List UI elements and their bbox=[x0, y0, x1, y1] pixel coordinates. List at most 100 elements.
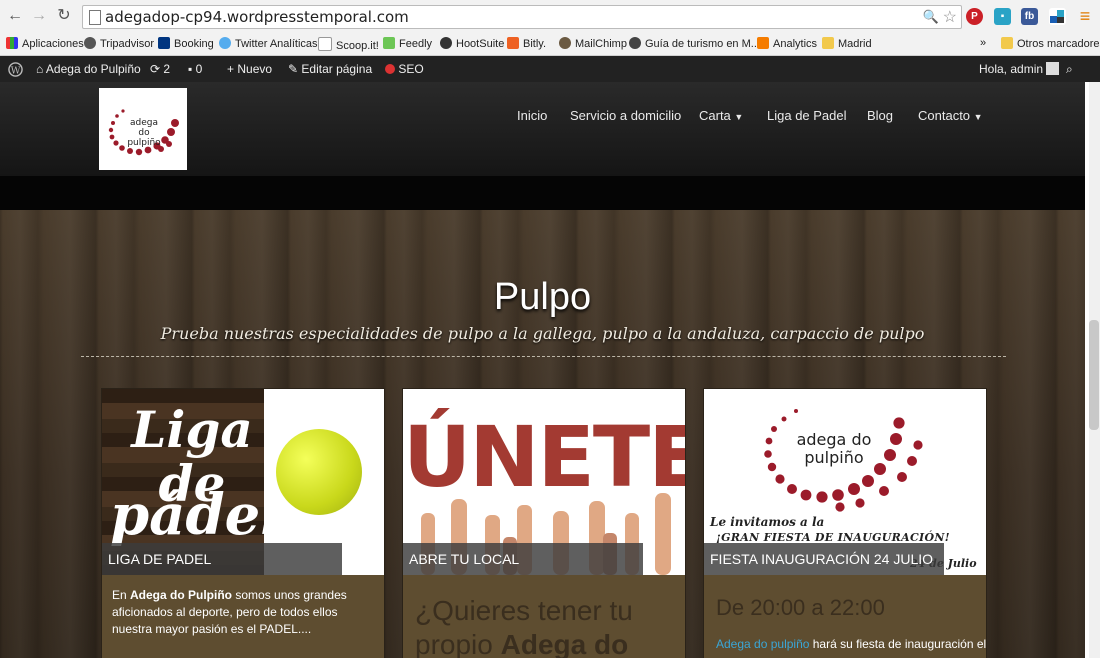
updates-icon: ⟳ bbox=[150, 62, 161, 76]
pinterest-icon[interactable]: P bbox=[966, 8, 983, 25]
zoom-icon[interactable]: 🔍 bbox=[923, 9, 939, 25]
menu-item-contacto[interactable]: Contacto ▼ bbox=[918, 108, 983, 123]
twitter-icon bbox=[219, 37, 231, 49]
card-liga-padel[interactable]: Liga de pádel LIGA DE PADEL En Adega do … bbox=[101, 388, 385, 658]
card-caption[interactable]: ABRE TU LOCAL bbox=[403, 543, 643, 575]
card-fiesta[interactable]: adega do pulpiño Le invitamos a la ¡GRAN … bbox=[703, 388, 987, 658]
admin-account[interactable]: Hola, admin bbox=[979, 62, 1060, 76]
bookmark-scoopit[interactable]: Scoop.it! bbox=[318, 37, 379, 52]
menu-item-liga[interactable]: Liga de Padel bbox=[767, 108, 847, 123]
reload-icon[interactable]: ↻ bbox=[55, 7, 73, 25]
tripadvisor-icon bbox=[84, 37, 96, 49]
card-excerpt: En Adega do Pulpiño somos unos grandes a… bbox=[112, 588, 347, 636]
admin-comments[interactable]: ▪ 0 bbox=[188, 62, 202, 76]
pencil-icon: ✎ bbox=[288, 62, 299, 76]
tennis-ball-icon bbox=[276, 429, 362, 515]
bookmark-mailchimp[interactable]: MailChimp bbox=[559, 37, 627, 50]
admin-edit-page[interactable]: ✎ Editar página bbox=[288, 62, 372, 76]
mailchimp-icon bbox=[559, 37, 571, 49]
extension-icon[interactable]: ▪ bbox=[994, 8, 1011, 25]
site-header: adega do pulpiño Inicio Servicio a domic… bbox=[0, 82, 1085, 176]
bookmark-bitly[interactable]: Bitly. bbox=[507, 37, 546, 50]
extension-blocks-icon[interactable] bbox=[1049, 8, 1066, 25]
bookmark-booking[interactable]: Booking bbox=[158, 37, 214, 50]
card-heading: ¿Quieres tener tu bbox=[415, 595, 633, 626]
bookmarks-bar: Aplicaciones Tripadvisor Booking Twitter… bbox=[0, 33, 1100, 56]
bookmark-twitter[interactable]: Twitter Analíticas bbox=[219, 37, 318, 50]
section-subtitle: Prueba nuestras especialidades de pulpo … bbox=[160, 324, 925, 343]
menu-item-carta[interactable]: Carta ▼ bbox=[699, 108, 743, 123]
booking-icon bbox=[158, 37, 170, 49]
plus-icon: + bbox=[227, 62, 235, 76]
admin-updates[interactable]: ⟳ 2 bbox=[150, 62, 170, 76]
bookmark-other[interactable]: Otros marcadores bbox=[1001, 37, 1100, 50]
feedly-icon bbox=[383, 37, 395, 49]
card-image: ÚNETE ABRE TU LOCAL bbox=[403, 389, 685, 575]
menu-icon[interactable]: ≡ bbox=[1076, 7, 1094, 25]
card-abre-local[interactable]: ÚNETE ABRE TU LOCAL ¿Quieres tener tu pr… bbox=[402, 388, 686, 658]
site-logo[interactable]: adega do pulpiño bbox=[99, 88, 187, 170]
comment-icon: ▪ bbox=[188, 62, 193, 76]
admin-new[interactable]: + Nuevo bbox=[227, 62, 272, 76]
chevron-down-icon: ▼ bbox=[734, 112, 744, 122]
bookmark-hootsuite[interactable]: HootSuite bbox=[440, 37, 504, 50]
card-caption[interactable]: LIGA DE PADEL bbox=[102, 543, 342, 575]
fiesta-logo-text: adega do pulpiño bbox=[796, 430, 872, 467]
scrollbar-thumb[interactable] bbox=[1089, 320, 1099, 430]
card-link[interactable]: Adega do pulpiño bbox=[716, 637, 809, 651]
bitly-icon bbox=[507, 37, 519, 49]
bookmarks-overflow[interactable]: » bbox=[980, 37, 986, 49]
url-text[interactable]: adegadop-cp94.wordpresstemporal.com bbox=[105, 8, 409, 26]
seo-status-icon bbox=[385, 64, 395, 74]
card-image-text: Le invitamos a la bbox=[710, 515, 825, 529]
bookmark-tripadvisor[interactable]: Tripadvisor bbox=[84, 37, 154, 50]
guide-icon bbox=[629, 37, 641, 49]
card-body: ¿Quieres tener tu propio Adega do bbox=[403, 575, 685, 658]
avatar bbox=[1046, 62, 1060, 75]
bookmark-apps[interactable]: Aplicaciones bbox=[6, 37, 84, 50]
admin-seo[interactable]: SEO bbox=[385, 62, 424, 76]
facebook-icon[interactable]: fb bbox=[1021, 8, 1038, 25]
dark-band bbox=[0, 176, 1085, 210]
wordpress-icon[interactable]: W bbox=[8, 62, 23, 80]
card-body: De 20:00 a 22:00 Adega do pulpiño hará s… bbox=[704, 575, 986, 658]
folder-icon bbox=[1001, 37, 1013, 49]
folder-icon bbox=[822, 37, 834, 49]
apps-icon bbox=[6, 37, 18, 49]
back-icon[interactable]: ← bbox=[6, 7, 24, 25]
bookmark-feedly[interactable]: Feedly bbox=[383, 37, 432, 50]
divider bbox=[81, 356, 1006, 357]
card-image: adega do pulpiño Le invitamos a la ¡GRAN … bbox=[704, 389, 986, 575]
admin-site-link[interactable]: ⌂ Adega do Pulpiño bbox=[36, 62, 141, 76]
hootsuite-icon bbox=[440, 37, 452, 49]
bookmark-guia-turismo[interactable]: Guía de turismo en M... bbox=[629, 37, 760, 50]
menu-item-inicio[interactable]: Inicio bbox=[517, 108, 547, 123]
card-caption[interactable]: FIESTA INAUGURACIÓN 24 JULIO bbox=[704, 543, 944, 575]
analytics-icon bbox=[757, 37, 769, 49]
card-body: En Adega do Pulpiño somos unos grandes a… bbox=[102, 575, 384, 658]
svg-text:W: W bbox=[11, 65, 21, 76]
bookmark-star-icon[interactable]: ☆ bbox=[943, 7, 957, 27]
bookmark-madrid[interactable]: Madrid bbox=[822, 37, 872, 50]
card-heading: De 20:00 a 22:00 bbox=[716, 595, 885, 620]
wp-admin-bar: W ⌂ Adega do Pulpiño ⟳ 2 ▪ 0 + Nuevo ✎ E… bbox=[0, 56, 1100, 82]
card-image-text: ÚNETE bbox=[403, 408, 685, 506]
search-icon[interactable]: ⌕ bbox=[1066, 62, 1073, 77]
page-icon bbox=[318, 37, 332, 51]
page-icon bbox=[89, 10, 101, 25]
forward-icon[interactable]: → bbox=[30, 7, 48, 25]
section-title: Pulpo bbox=[493, 276, 592, 318]
site-viewport: adega do pulpiño Inicio Servicio a domic… bbox=[0, 82, 1085, 658]
address-bar[interactable]: adegadop-cp94.wordpresstemporal.com 🔍 ☆ bbox=[82, 5, 962, 29]
browser-toolbar: ← → ↻ adegadop-cp94.wordpresstemporal.co… bbox=[0, 0, 1100, 34]
card-heading: propio Adega do bbox=[415, 629, 629, 658]
home-icon: ⌂ bbox=[36, 62, 44, 76]
bookmark-analytics[interactable]: Analytics bbox=[757, 37, 817, 50]
card-excerpt: Adega do pulpiño hará su fiesta de inaug… bbox=[716, 637, 987, 651]
card-image: Liga de pádel LIGA DE PADEL bbox=[102, 389, 384, 575]
menu-item-blog[interactable]: Blog bbox=[867, 108, 893, 123]
logo-text: adega do pulpiño bbox=[127, 118, 161, 148]
menu-item-servicio[interactable]: Servicio a domicilio bbox=[570, 108, 681, 123]
card-image-text: pádel bbox=[110, 482, 282, 548]
chevron-down-icon: ▼ bbox=[973, 112, 983, 122]
